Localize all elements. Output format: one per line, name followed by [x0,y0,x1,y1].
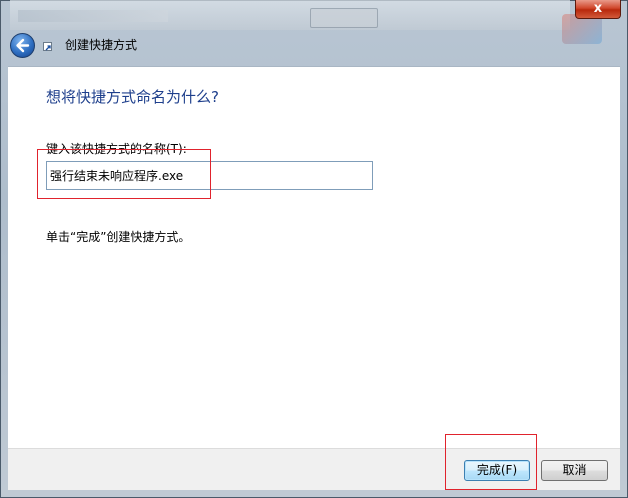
cancel-button[interactable]: 取消 [541,460,608,481]
back-button[interactable] [10,33,35,58]
wizard-content: 想将快捷方式命名为什么? 键入该快捷方式的名称(T): 强行结束未响应程序.ex… [8,66,620,448]
annotation-box-finish-button [445,434,537,490]
background-blur-button [310,8,378,28]
close-button[interactable]: x [575,0,621,19]
annotation-box-name-field [37,149,211,199]
finish-hint-text: 单击“完成”创建快捷方式。 [46,230,191,244]
background-blur-text [18,10,168,22]
back-arrow-icon [16,38,30,53]
close-icon: x [593,1,603,16]
shortcut-icon [43,42,52,51]
page-heading: 想将快捷方式命名为什么? [46,88,219,106]
window-title: 创建快捷方式 [65,38,138,52]
